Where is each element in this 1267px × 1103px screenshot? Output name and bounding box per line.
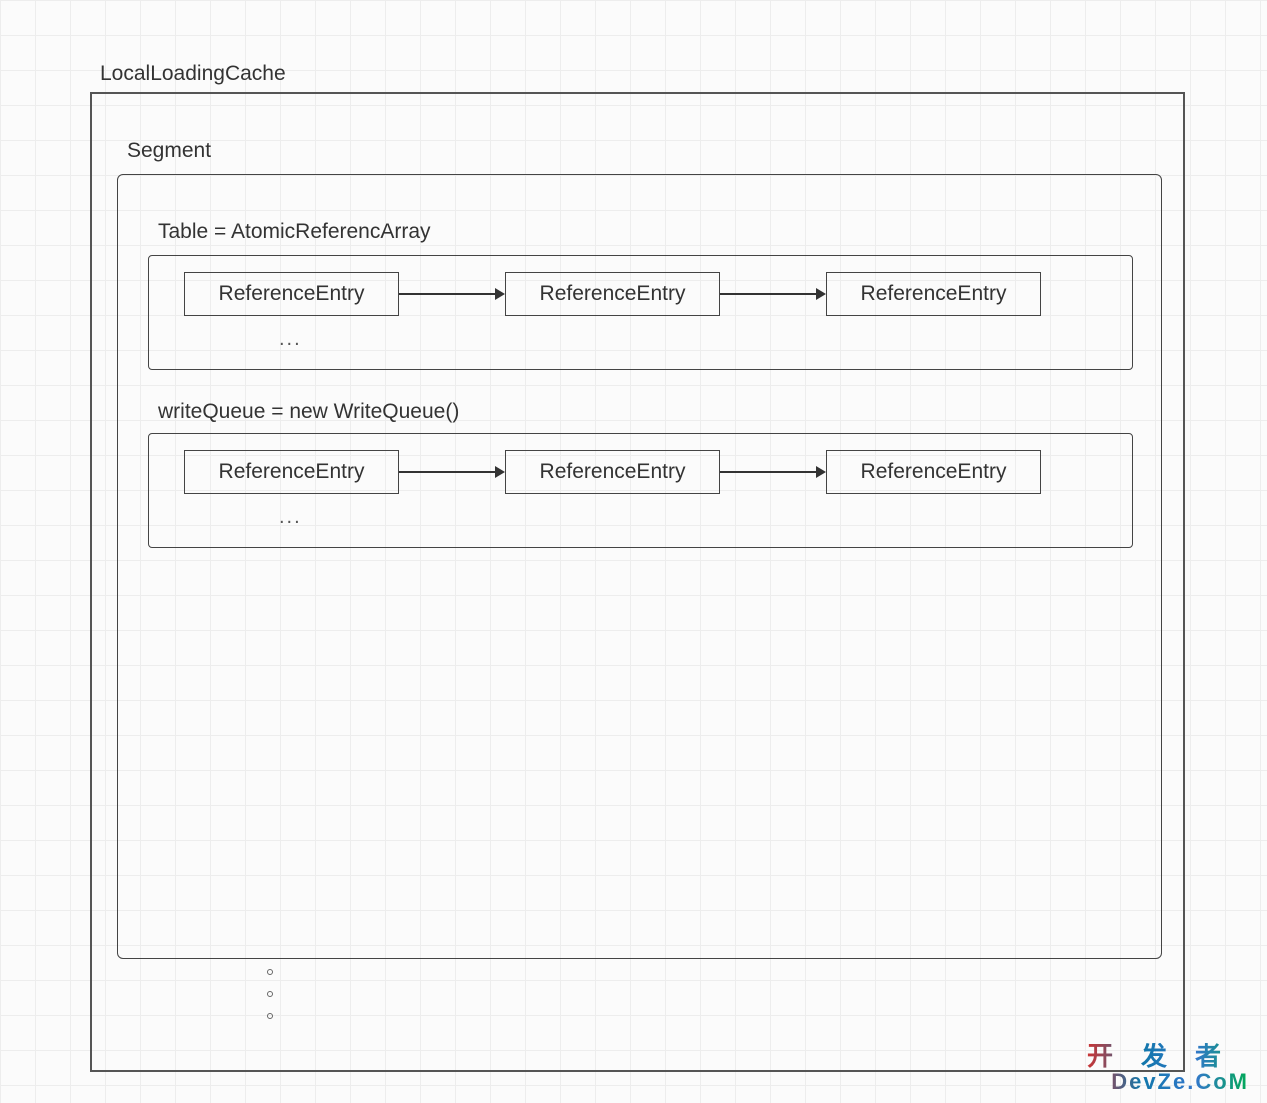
ellipsis: ... bbox=[279, 328, 302, 351]
arrow-icon bbox=[720, 450, 826, 494]
entry-label: ReferenceEntry bbox=[861, 460, 1007, 484]
entry-label: ReferenceEntry bbox=[219, 460, 365, 484]
table-section-label: Table = AtomicReferencArray bbox=[158, 220, 431, 244]
reference-entry-box: ReferenceEntry bbox=[184, 272, 399, 316]
queue-section-label: writeQueue = new WriteQueue() bbox=[158, 400, 459, 424]
outer-container: Segment Table = AtomicReferencArray Refe… bbox=[90, 92, 1185, 1072]
reference-entry-box: ReferenceEntry bbox=[826, 450, 1041, 494]
watermark: 开发者 DevZe.CoM bbox=[1087, 1043, 1249, 1093]
reference-entry-box: ReferenceEntry bbox=[505, 272, 720, 316]
table-section-box: ReferenceEntry ReferenceEntry ReferenceE… bbox=[148, 255, 1133, 370]
entry-label: ReferenceEntry bbox=[861, 282, 1007, 306]
entry-label: ReferenceEntry bbox=[219, 282, 365, 306]
vertical-ellipsis-icon bbox=[267, 969, 273, 1019]
segment-container: Table = AtomicReferencArray ReferenceEnt… bbox=[117, 174, 1162, 959]
watermark-line1: 开发者 bbox=[1087, 1043, 1249, 1070]
segment-title: Segment bbox=[127, 139, 211, 163]
outer-title: LocalLoadingCache bbox=[100, 62, 286, 86]
queue-entries-row: ReferenceEntry ReferenceEntry ReferenceE… bbox=[184, 448, 1104, 496]
arrow-icon bbox=[399, 272, 505, 316]
reference-entry-box: ReferenceEntry bbox=[505, 450, 720, 494]
table-entries-row: ReferenceEntry ReferenceEntry ReferenceE… bbox=[184, 270, 1104, 318]
ellipsis: ... bbox=[279, 506, 302, 529]
reference-entry-box: ReferenceEntry bbox=[826, 272, 1041, 316]
reference-entry-box: ReferenceEntry bbox=[184, 450, 399, 494]
arrow-icon bbox=[720, 272, 826, 316]
entry-label: ReferenceEntry bbox=[540, 460, 686, 484]
entry-label: ReferenceEntry bbox=[540, 282, 686, 306]
arrow-icon bbox=[399, 450, 505, 494]
watermark-line2: DevZe.CoM bbox=[1087, 1070, 1249, 1093]
queue-section-box: ReferenceEntry ReferenceEntry ReferenceE… bbox=[148, 433, 1133, 548]
